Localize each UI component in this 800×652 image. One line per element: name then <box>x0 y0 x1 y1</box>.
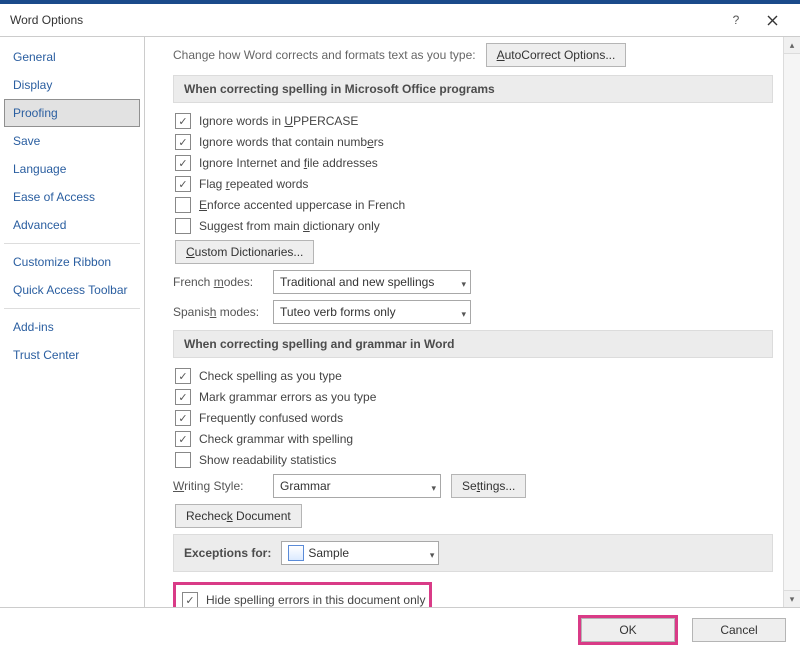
optB-checkbox-4[interactable] <box>175 452 191 468</box>
close-button[interactable] <box>754 6 790 34</box>
custom-dictionaries-button[interactable]: Custom Dictionaries... <box>175 240 314 264</box>
sidebar-item-language[interactable]: Language <box>4 155 140 183</box>
scroll-track[interactable] <box>784 54 800 590</box>
optB-checkbox-3[interactable] <box>175 431 191 447</box>
sidebar-item-quick-access-toolbar[interactable]: Quick Access Toolbar <box>4 276 140 304</box>
optC-row-0: Hide spelling errors in this document on… <box>182 592 425 607</box>
section-spelling-office: When correcting spelling in Microsoft Of… <box>173 75 773 103</box>
autocorrect-options-button[interactable]: AutoCorrect Options... <box>486 43 627 67</box>
optA-label-0: Ignore words in UPPERCASE <box>199 114 358 128</box>
optA-checkbox-4[interactable] <box>175 197 191 213</box>
optA-checkbox-0[interactable] <box>175 113 191 129</box>
titlebar: Word Options ? <box>0 4 800 37</box>
optB-row-4: Show readability statistics <box>175 452 773 468</box>
intro-text: Change how Word corrects and formats tex… <box>173 48 476 62</box>
optA-row-3: Flag repeated words <box>175 176 773 192</box>
optB-label-0: Check spelling as you type <box>199 369 342 383</box>
sidebar-item-display[interactable]: Display <box>4 71 140 99</box>
scroll-up-arrow[interactable]: ▴ <box>784 37 800 54</box>
section-exceptions: Exceptions for: Sample▾ <box>173 534 773 572</box>
optA-row-5: Suggest from main dictionary only <box>175 218 773 234</box>
writing-style-select[interactable]: Grammar▾ <box>273 474 441 498</box>
optB-checkbox-0[interactable] <box>175 368 191 384</box>
word-options-dialog: Word Options ? GeneralDisplayProofingSav… <box>0 0 800 652</box>
optA-row-2: Ignore Internet and file addresses <box>175 155 773 171</box>
cancel-button[interactable]: Cancel <box>692 618 786 642</box>
exceptions-doc-select[interactable]: Sample▾ <box>281 541 439 565</box>
dialog-title: Word Options <box>10 13 718 27</box>
sidebar-item-advanced[interactable]: Advanced <box>4 211 140 239</box>
sidebar-item-trust-center[interactable]: Trust Center <box>4 341 140 369</box>
optA-checkbox-5[interactable] <box>175 218 191 234</box>
optA-row-1: Ignore words that contain numbers <box>175 134 773 150</box>
optB-row-3: Check grammar with spelling <box>175 431 773 447</box>
spanish-modes-select[interactable]: Tuteo verb forms only▾ <box>273 300 471 324</box>
optB-row-1: Mark grammar errors as you type <box>175 389 773 405</box>
category-sidebar: GeneralDisplayProofingSaveLanguageEase o… <box>0 37 145 607</box>
section-spelling-grammar-word: When correcting spelling and grammar in … <box>173 330 773 358</box>
sidebar-item-save[interactable]: Save <box>4 127 140 155</box>
help-button[interactable]: ? <box>718 6 754 34</box>
optB-label-1: Mark grammar errors as you type <box>199 390 376 404</box>
optA-row-4: Enforce accented uppercase in French <box>175 197 773 213</box>
optA-checkbox-3[interactable] <box>175 176 191 192</box>
optB-label-2: Frequently confused words <box>199 411 343 425</box>
writing-style-label: Writing Style: <box>173 479 263 493</box>
optA-label-4: Enforce accented uppercase in French <box>199 198 405 212</box>
optB-checkbox-2[interactable] <box>175 410 191 426</box>
sidebar-item-customize-ribbon[interactable]: Customize Ribbon <box>4 248 140 276</box>
optC-label-0: Hide spelling errors in this document on… <box>206 593 425 607</box>
spanish-modes-label: Spanish modes: <box>173 305 263 319</box>
dialog-footer: OK Cancel <box>0 608 800 652</box>
optB-label-4: Show readability statistics <box>199 453 336 467</box>
optB-row-0: Check spelling as you type <box>175 368 773 384</box>
options-panel: Change how Word corrects and formats tex… <box>145 37 783 607</box>
french-modes-label: French modes: <box>173 275 263 289</box>
sidebar-item-ease-of-access[interactable]: Ease of Access <box>4 183 140 211</box>
french-modes-select[interactable]: Traditional and new spellings▾ <box>273 270 471 294</box>
optB-row-2: Frequently confused words <box>175 410 773 426</box>
sidebar-item-add-ins[interactable]: Add-ins <box>4 313 140 341</box>
sidebar-item-general[interactable]: General <box>4 43 140 71</box>
document-icon <box>288 545 304 561</box>
optA-label-2: Ignore Internet and file addresses <box>199 156 378 170</box>
sidebar-item-proofing[interactable]: Proofing <box>4 99 140 127</box>
optA-label-5: Suggest from main dictionary only <box>199 219 380 233</box>
scroll-down-arrow[interactable]: ▾ <box>784 590 800 607</box>
optA-row-0: Ignore words in UPPERCASE <box>175 113 773 129</box>
optB-label-3: Check grammar with spelling <box>199 432 353 446</box>
vertical-scrollbar[interactable]: ▴ ▾ <box>783 37 800 607</box>
autocorrect-options-label: utoCorrect Options... <box>505 48 616 62</box>
optA-label-1: Ignore words that contain numbers <box>199 135 384 149</box>
optC-checkbox-0[interactable] <box>182 592 198 607</box>
writing-settings-button[interactable]: Settings... <box>451 474 526 498</box>
optB-checkbox-1[interactable] <box>175 389 191 405</box>
ok-button[interactable]: OK <box>581 618 675 642</box>
optA-checkbox-1[interactable] <box>175 134 191 150</box>
optA-checkbox-2[interactable] <box>175 155 191 171</box>
optA-label-3: Flag repeated words <box>199 177 308 191</box>
recheck-document-button[interactable]: Recheck Document <box>175 504 302 528</box>
